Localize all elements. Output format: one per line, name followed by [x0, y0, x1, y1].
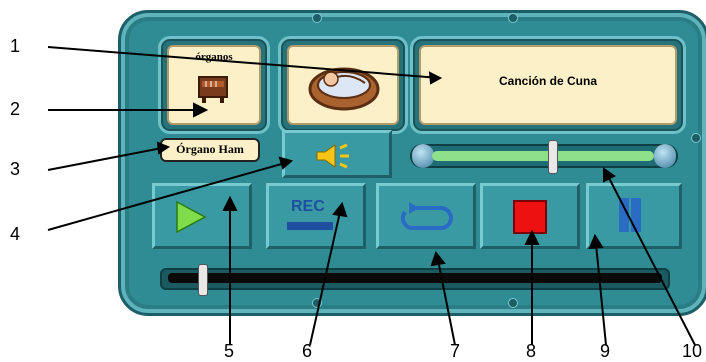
- callout-number-6: 6: [302, 341, 313, 361]
- callout-number-10: 10: [682, 341, 703, 361]
- callout-number-5: 5: [224, 341, 235, 361]
- callout-number-7: 7: [450, 341, 461, 361]
- callout-number-4: 4: [10, 224, 21, 244]
- callout-number-1: 1: [10, 36, 21, 56]
- callout-number-3: 3: [10, 159, 21, 179]
- callout-number-9: 9: [600, 341, 611, 361]
- callout-lines: [47, 46, 696, 346]
- callout-number-2: 2: [10, 99, 21, 119]
- callout-number-8: 8: [526, 341, 537, 361]
